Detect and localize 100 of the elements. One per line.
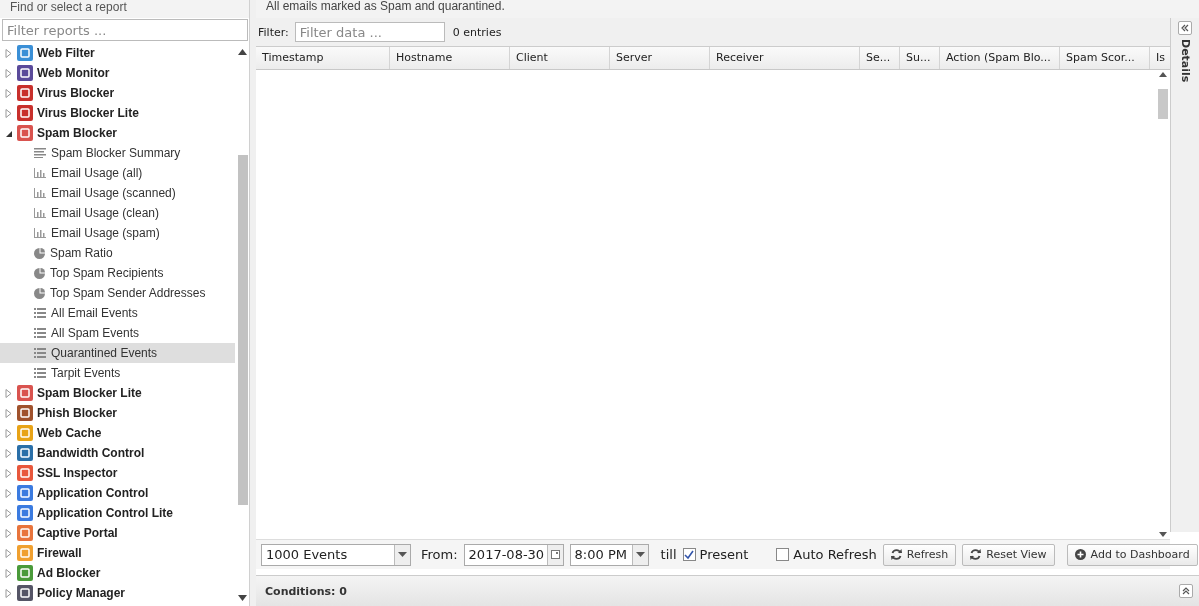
app-name: Ad Blocker bbox=[37, 566, 101, 580]
bar-chart-icon bbox=[34, 228, 46, 238]
collapsed-arrow-icon[interactable] bbox=[5, 548, 12, 558]
collapsed-arrow-icon[interactable] bbox=[5, 448, 12, 458]
report-item[interactable]: Quarantined Events bbox=[0, 343, 235, 363]
dropdown-caret-icon[interactable] bbox=[398, 552, 407, 557]
pie-chart-icon bbox=[34, 247, 45, 259]
report-item[interactable]: Top Spam Sender Addresses bbox=[0, 283, 235, 303]
toolbar-button[interactable]: Refresh bbox=[882, 543, 957, 566]
scroll-up-icon[interactable] bbox=[1159, 72, 1167, 77]
filter-reports-field[interactable]: Filter reports ... bbox=[2, 19, 248, 41]
column-header[interactable]: Hostname bbox=[390, 47, 510, 69]
tree-item[interactable]: SSL Inspector bbox=[0, 463, 236, 483]
tree-item[interactable]: Spam Blocker Lite bbox=[0, 383, 236, 403]
tree-item[interactable]: Policy Manager bbox=[0, 583, 236, 603]
toolbar-button[interactable]: Reset View bbox=[962, 543, 1055, 566]
scrollbar-thumb[interactable] bbox=[237, 155, 248, 505]
till-label: till bbox=[660, 547, 677, 562]
app-name: Application Control bbox=[37, 486, 149, 500]
collapse-button[interactable] bbox=[1178, 21, 1192, 35]
column-header[interactable]: Client bbox=[510, 47, 610, 69]
calendar-icon[interactable] bbox=[550, 550, 560, 559]
column-header[interactable]: Se... bbox=[860, 47, 900, 69]
tree-item[interactable]: Captive Portal bbox=[0, 523, 236, 543]
column-header[interactable]: Spam Scor... bbox=[1060, 47, 1150, 69]
app-name: Firewall bbox=[37, 546, 82, 560]
auto-refresh-checkbox[interactable] bbox=[776, 548, 790, 561]
filter-data-field[interactable]: Filter data ... bbox=[294, 22, 445, 42]
app-name: Spam Blocker Lite bbox=[37, 386, 142, 400]
collapsed-arrow-icon[interactable] bbox=[5, 588, 12, 598]
expand-button[interactable] bbox=[1179, 584, 1193, 598]
tree-item[interactable]: Bandwidth Control bbox=[0, 443, 236, 463]
report-item[interactable]: Email Usage (spam) bbox=[0, 223, 235, 243]
column-header[interactable]: Server bbox=[610, 47, 710, 69]
collapsed-arrow-icon[interactable] bbox=[5, 528, 12, 538]
present-checkbox[interactable] bbox=[682, 548, 696, 561]
tree-item[interactable]: Web Monitor bbox=[0, 63, 236, 83]
report-name: Top Spam Sender Addresses bbox=[50, 286, 206, 300]
refresh-icon bbox=[970, 549, 982, 560]
tree-item[interactable]: Web Cache bbox=[0, 423, 236, 443]
column-header[interactable]: Su... bbox=[900, 47, 940, 69]
tree-item[interactable]: Phish Blocker bbox=[0, 403, 236, 423]
entries-count: 0 entries bbox=[452, 25, 502, 39]
scroll-down-icon[interactable] bbox=[238, 595, 247, 601]
report-item[interactable]: Tarpit Events bbox=[0, 363, 235, 383]
tree-item[interactable]: Application Control Lite bbox=[0, 503, 236, 523]
collapsed-arrow-icon[interactable] bbox=[5, 488, 12, 498]
collapsed-arrow-icon[interactable] bbox=[5, 68, 12, 78]
time-select[interactable]: 8:00 PM bbox=[569, 543, 649, 566]
refresh-icon bbox=[890, 549, 902, 560]
list-icon bbox=[34, 308, 46, 318]
app-name: Virus Blocker bbox=[37, 86, 115, 100]
collapsed-arrow-icon[interactable] bbox=[5, 508, 12, 518]
report-item[interactable]: Spam Blocker Summary bbox=[0, 143, 235, 163]
list-icon bbox=[34, 328, 46, 338]
scroll-down-icon[interactable] bbox=[1159, 532, 1167, 537]
details-label[interactable]: Details bbox=[1178, 39, 1192, 83]
date-field[interactable]: 2017-08-30 bbox=[463, 543, 564, 566]
report-item[interactable]: Spam Ratio bbox=[0, 243, 235, 263]
tree-item[interactable]: Ad Blocker bbox=[0, 563, 236, 583]
app-name: Web Cache bbox=[37, 426, 102, 440]
report-item[interactable]: Email Usage (scanned) bbox=[0, 183, 235, 203]
toolbar-button[interactable]: Add to Dashboard bbox=[1066, 543, 1198, 566]
collapsed-arrow-icon[interactable] bbox=[5, 568, 12, 578]
bar-chart-icon bbox=[34, 188, 46, 198]
report-item[interactable]: Email Usage (clean) bbox=[0, 203, 235, 223]
report-item[interactable]: Top Spam Recipients bbox=[0, 263, 235, 283]
report-item[interactable]: All Spam Events bbox=[0, 323, 235, 343]
collapsed-arrow-icon[interactable] bbox=[5, 388, 12, 398]
tree-item[interactable]: Application Control bbox=[0, 483, 236, 503]
collapsed-arrow-icon[interactable] bbox=[5, 468, 12, 478]
app-name: SSL Inspector bbox=[37, 466, 118, 480]
column-header[interactable]: Action (Spam Blo... bbox=[940, 47, 1060, 69]
dropdown-caret-icon[interactable] bbox=[635, 552, 645, 557]
report-name: Email Usage (spam) bbox=[51, 226, 160, 240]
report-name: Email Usage (all) bbox=[51, 166, 143, 180]
report-name: Spam Blocker Summary bbox=[51, 146, 181, 160]
tree-item[interactable]: Firewall bbox=[0, 543, 236, 563]
scroll-up-icon[interactable] bbox=[238, 49, 247, 55]
collapsed-arrow-icon[interactable] bbox=[5, 88, 12, 98]
column-header[interactable]: Timestamp bbox=[256, 47, 390, 69]
scrollbar-thumb[interactable] bbox=[1158, 89, 1168, 119]
app-name: Virus Blocker Lite bbox=[37, 106, 139, 120]
column-header[interactable]: Receiver bbox=[710, 47, 860, 69]
report-item[interactable]: Email Usage (all) bbox=[0, 163, 235, 183]
collapsed-arrow-icon[interactable] bbox=[5, 48, 12, 58]
app-name: Application Control Lite bbox=[37, 506, 173, 520]
tree-item[interactable]: Web Filter bbox=[0, 43, 236, 63]
app-name: Phish Blocker bbox=[37, 406, 118, 420]
app-name: Policy Manager bbox=[37, 586, 126, 600]
sidebar-title: Find or select a report bbox=[0, 0, 249, 18]
event-limit-select[interactable]: 1000 Events bbox=[261, 543, 411, 566]
collapsed-arrow-icon[interactable] bbox=[5, 428, 12, 438]
bar-chart-icon bbox=[34, 208, 46, 218]
report-item[interactable]: All Email Events bbox=[0, 303, 235, 323]
collapsed-arrow-icon[interactable] bbox=[5, 108, 12, 118]
collapsed-arrow-icon[interactable] bbox=[5, 408, 12, 418]
tree-item[interactable]: Virus Blocker bbox=[0, 83, 236, 103]
tree-item[interactable]: Spam Blocker bbox=[0, 123, 236, 143]
tree-item[interactable]: Virus Blocker Lite bbox=[0, 103, 236, 123]
